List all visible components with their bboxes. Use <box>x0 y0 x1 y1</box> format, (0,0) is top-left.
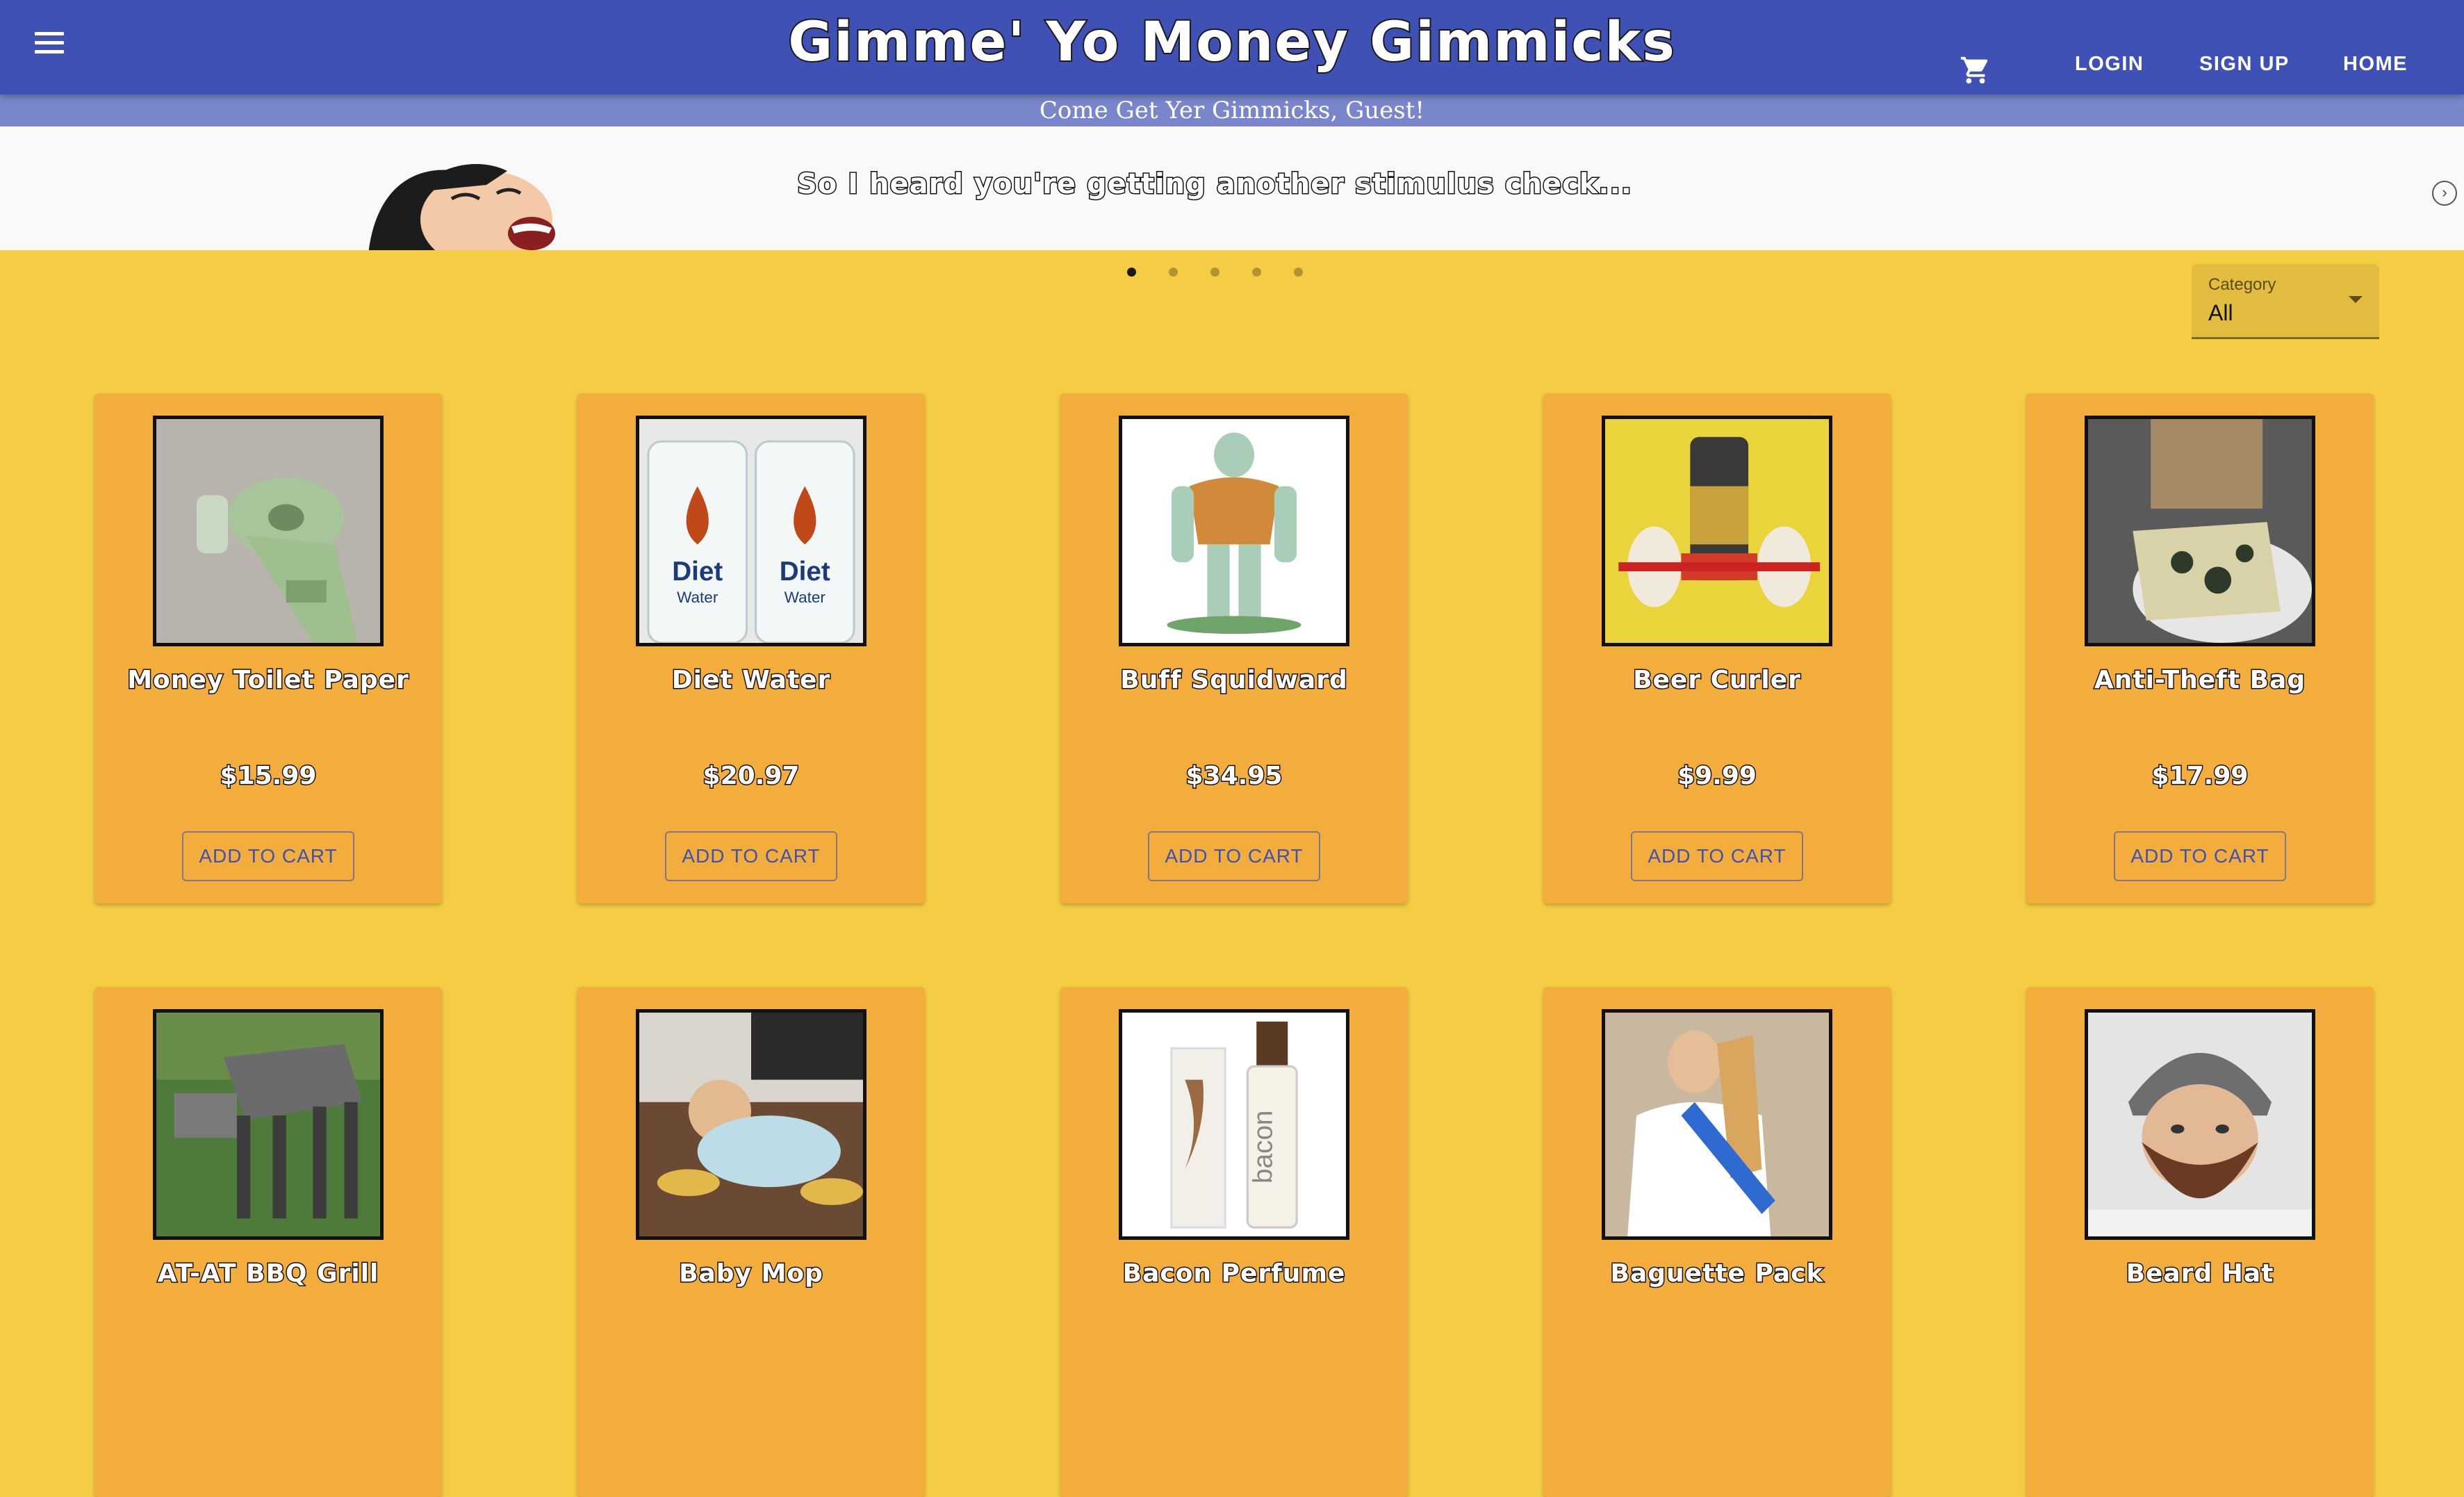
product-card: Money Toilet Paper $15.99 ADD TO CART <box>95 393 442 903</box>
product-card: Baguette Pack <box>1543 987 1891 1497</box>
bottle-label-water: Water <box>677 589 718 606</box>
category-label: Category <box>2208 275 2276 294</box>
product-image-buff-squidward <box>1119 416 1349 646</box>
carousel-dot-3[interactable] <box>1210 268 1219 277</box>
product-card: Beer Curler $9.99 ADD TO CART <box>1543 393 1891 903</box>
carousel-dot-4[interactable] <box>1252 268 1261 277</box>
product-name: Bacon Perfume <box>1122 1259 1346 1289</box>
perfume-bottle-label: bacon <box>1249 1111 1279 1184</box>
promo-carousel[interactable]: So I heard you're getting another stimul… <box>0 126 2464 250</box>
product-card: Beard Hat <box>2026 987 2374 1497</box>
product-card: Diet Water Diet Water Diet Water $20.97 … <box>577 393 925 903</box>
shopping-cart-icon[interactable] <box>1958 54 1993 86</box>
app-bar: Gimme' Yo Money Gimmicks LOGIN SIGN UP H… <box>0 0 2464 95</box>
chevron-down-icon <box>2349 296 2363 303</box>
add-to-cart-button[interactable]: ADD TO CART <box>182 831 354 881</box>
product-image-money-toilet-paper <box>153 416 384 646</box>
product-card: AT-AT BBQ Grill <box>95 987 442 1497</box>
product-card: Anti-Theft Bag $17.99 ADD TO CART <box>2026 393 2374 903</box>
carousel-dot-1[interactable] <box>1127 268 1136 277</box>
category-select[interactable]: Category All <box>2192 264 2379 339</box>
add-to-cart-button[interactable]: ADD TO CART <box>665 831 837 881</box>
carousel-banner-text: So I heard you're getting another stimul… <box>796 167 1633 202</box>
product-card: Baby Mop <box>577 987 925 1497</box>
product-image-at-at-bbq-grill <box>153 1009 384 1240</box>
product-name: Diet Water <box>671 665 831 696</box>
product-image-baby-mop <box>636 1009 866 1240</box>
product-price: $34.95 <box>1185 761 1283 792</box>
bottle-label-water: Water <box>785 589 826 606</box>
product-card: bacon Bacon Perfume <box>1060 987 1408 1497</box>
chevron-right-circle-icon[interactable]: › <box>2432 181 2457 206</box>
product-name: Baguette Pack <box>1609 1259 1824 1289</box>
add-to-cart-button[interactable]: ADD TO CART <box>1631 831 1803 881</box>
product-card: Buff Squidward $34.95 ADD TO CART <box>1060 393 1408 903</box>
product-name: AT-AT BBQ Grill <box>156 1259 379 1289</box>
bottle-label-diet: Diet <box>780 557 830 587</box>
product-price: $20.97 <box>702 761 800 792</box>
home-link[interactable]: HOME <box>2343 53 2408 76</box>
add-to-cart-button[interactable]: ADD TO CART <box>2114 831 2286 881</box>
login-link[interactable]: LOGIN <box>2075 53 2144 76</box>
welcome-bar: Come Get Yer Gimmicks, Guest! <box>0 95 2464 126</box>
bottle-label-diet: Diet <box>672 557 723 587</box>
product-name: Beer Curler <box>1632 665 1802 696</box>
product-price: $17.99 <box>2151 761 2249 792</box>
product-price: $9.99 <box>1677 761 1758 792</box>
product-name: Money Toilet Paper <box>126 665 410 696</box>
product-image-baguette-pack <box>1602 1009 1832 1240</box>
signup-link[interactable]: SIGN UP <box>2199 53 2290 76</box>
product-name: Anti-Theft Bag <box>2093 665 2306 696</box>
category-value: All <box>2208 300 2233 325</box>
carousel-dot-2[interactable] <box>1169 268 1178 277</box>
product-image-beer-curler <box>1602 416 1832 646</box>
add-to-cart-button[interactable]: ADD TO CART <box>1148 831 1320 881</box>
product-name: Beard Hat <box>2125 1259 2274 1289</box>
product-image-anti-theft-bag <box>2085 416 2315 646</box>
product-name: Buff Squidward <box>1119 665 1348 696</box>
product-image-bacon-perfume: bacon <box>1119 1009 1349 1240</box>
welcome-message: Come Get Yer Gimmicks, Guest! <box>1039 97 1425 124</box>
product-price: $15.99 <box>219 761 318 792</box>
product-image-diet-water: Diet Water Diet Water <box>636 416 866 646</box>
carousel-dot-5[interactable] <box>1294 268 1303 277</box>
product-image-beard-hat <box>2085 1009 2315 1240</box>
product-name: Baby Mop <box>678 1259 824 1289</box>
